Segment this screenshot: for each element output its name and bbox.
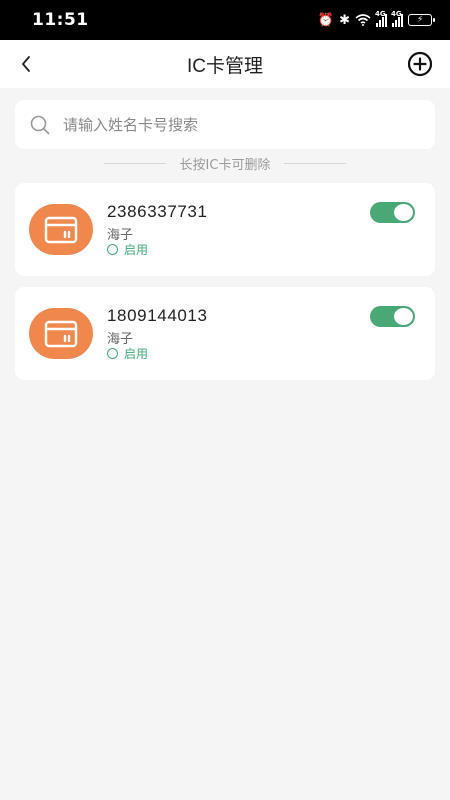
hint-text: 长按IC卡可删除 [179,157,271,173]
page-title: IC卡管理 [186,55,263,77]
card-status: 启用 [107,345,148,362]
alarm-icon: ⏰ [317,12,335,28]
bluetooth-icon: ✱ [339,12,350,28]
signal-icon: 4G [375,10,387,27]
wifi-icon [355,11,371,30]
search-icon [30,115,50,134]
back-button[interactable] [12,48,40,80]
delete-hint: 长按IC卡可删除 [0,152,450,174]
hint-divider-right [284,162,347,164]
status-label: 启用 [124,243,149,257]
card-number: 1809144013 [107,306,208,325]
status-circle-icon [107,348,118,359]
search-input[interactable] [63,115,403,134]
status-time: 11:51 [32,10,89,30]
card-enable-toggle[interactable] [370,306,415,327]
add-card-button[interactable] [406,50,434,78]
card-status: 启用 [107,241,148,258]
plus-circle-icon [407,51,433,77]
card-avatar [29,204,93,255]
toggle-knob [394,204,413,221]
signal-icon-secondary: 4G [391,10,403,27]
status-label: 启用 [124,347,149,361]
status-bar: 11:51 ⏰ ✱ 4G 4G ⚡ [0,0,450,40]
card-icon [44,216,78,243]
card-enable-toggle[interactable] [370,202,415,223]
card-item[interactable]: 2386337731 海子 启用 [15,183,435,276]
search-box[interactable] [15,100,435,149]
card-number: 2386337731 [107,202,208,221]
hint-divider-left [103,162,166,164]
card-list: 2386337731 海子 启用 1809144013 海子 启用 [15,183,435,391]
card-icon [44,320,78,347]
status-icons: ⏰ ✱ 4G 4G ⚡ [317,10,435,30]
battery-icon: ⚡ [408,14,435,26]
toggle-knob [394,308,413,325]
chevron-left-icon [22,56,30,72]
nav-bar: IC卡管理 [0,40,450,88]
status-circle-icon [107,244,118,255]
card-avatar [29,308,93,359]
card-item[interactable]: 1809144013 海子 启用 [15,287,435,380]
